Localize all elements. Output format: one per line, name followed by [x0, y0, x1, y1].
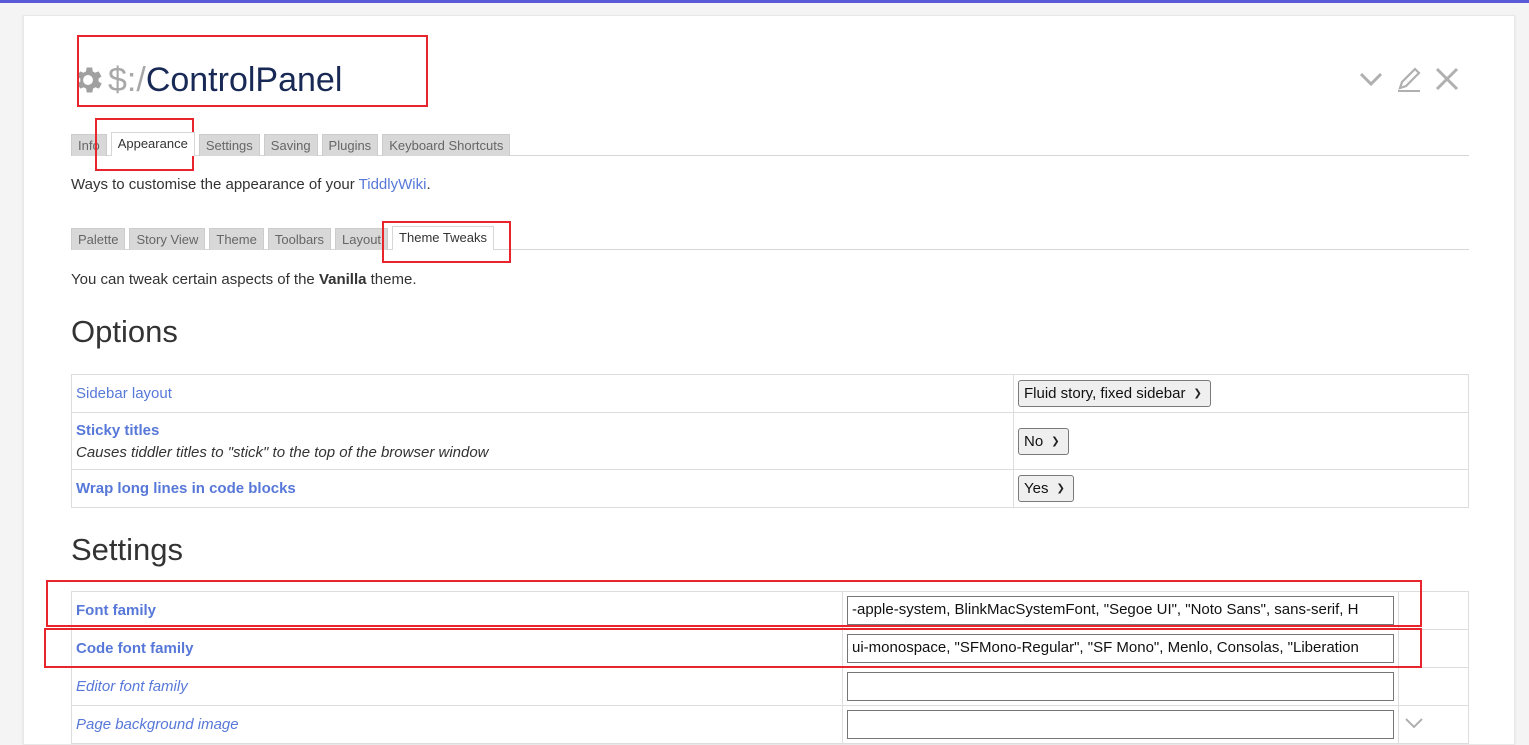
chevron-down-icon: ❯ [1193, 388, 1202, 399]
sidebar-layout-select[interactable]: Fluid story, fixed sidebar ❯ [1018, 380, 1211, 407]
sticky-titles-value: No [1024, 432, 1044, 450]
sticky-titles-description: Causes tiddler titles to "stick" to the … [76, 443, 489, 461]
tab-layout[interactable]: Layout [335, 228, 389, 250]
options-table: Sidebar layout Fluid story, fixed sideba… [71, 374, 1469, 508]
setting-label-cell: Font family [71, 591, 843, 630]
tab-toolbars[interactable]: Toolbars [267, 228, 331, 250]
page-background-image-link[interactable]: Page background image [76, 716, 239, 733]
settings-table: Font family -apple-system, BlinkMacSyste… [71, 591, 1469, 744]
sidebar-layout-link[interactable]: Sidebar layout [76, 385, 172, 402]
appearance-intro-text: Ways to customise the appearance of your [71, 176, 359, 193]
tiddlywiki-link[interactable]: TiddlyWiki [359, 176, 427, 193]
code-font-family-link[interactable]: Code font family [76, 640, 194, 657]
option-value-cell: Fluid story, fixed sidebar ❯ [1013, 374, 1469, 413]
option-label-cell: Sticky titles Causes tiddler titles to "… [71, 412, 1014, 470]
browser-top-strip [0, 0, 1529, 3]
title-prefix: $:/ [108, 60, 146, 99]
editor-font-family-link[interactable]: Editor font family [76, 678, 188, 695]
options-heading: Options [71, 314, 178, 349]
sticky-titles-select[interactable]: No ❯ [1018, 427, 1069, 455]
wrap-lines-value: Yes [1024, 480, 1049, 497]
wrap-lines-select[interactable]: Yes ❯ [1018, 475, 1074, 502]
chevron-down-icon: ❯ [1051, 435, 1060, 447]
table-row: Sticky titles Causes tiddler titles to "… [71, 412, 1469, 470]
font-family-input[interactable]: -apple-system, BlinkMacSystemFont, "Sego… [847, 596, 1394, 625]
tab-settings[interactable]: Settings [198, 134, 260, 156]
tab-appearance[interactable]: Appearance [110, 132, 195, 156]
tweaks-intro-text: You can tweak certain aspects of the [71, 271, 319, 288]
option-value-cell: Yes ❯ [1013, 469, 1469, 508]
chevron-down-icon[interactable] [1356, 64, 1386, 94]
chevron-down-icon[interactable] [1403, 716, 1425, 730]
page-title: ControlPanel [145, 60, 343, 99]
appearance-intro: Ways to customise the appearance of your… [71, 176, 431, 193]
option-label-cell: Wrap long lines in code blocks [71, 469, 1014, 508]
table-row: Editor font family [71, 667, 1469, 706]
table-row: Page background image [71, 705, 1469, 744]
close-icon[interactable] [1432, 64, 1462, 94]
setting-extra-cell [1398, 629, 1469, 668]
option-label-cell: Sidebar layout [71, 374, 1014, 413]
table-row: Wrap long lines in code blocks Yes ❯ [71, 469, 1469, 508]
appearance-intro-end: . [426, 176, 431, 193]
edit-icon[interactable] [1394, 64, 1424, 94]
settings-heading: Settings [71, 532, 184, 567]
tab-plugins[interactable]: Plugins [321, 134, 379, 156]
gear-icon [77, 67, 102, 93]
table-row: Sidebar layout Fluid story, fixed sideba… [71, 374, 1469, 413]
sub-tab-bar: Palette Story View Theme Toolbars Layout… [71, 226, 1469, 250]
tab-theme-tweaks[interactable]: Theme Tweaks [392, 226, 494, 250]
tweaks-intro: You can tweak certain aspects of the Van… [71, 271, 417, 288]
tab-info[interactable]: Info [71, 134, 107, 156]
tab-palette[interactable]: Palette [71, 228, 126, 250]
font-family-link[interactable]: Font family [76, 602, 156, 619]
control-panel-tiddler: $:/ ControlPanel Info Appearance Setting… [23, 15, 1515, 745]
setting-label-cell: Page background image [71, 705, 843, 744]
chevron-down-icon: ❯ [1056, 483, 1065, 494]
wrap-lines-link[interactable]: Wrap long lines in code blocks [76, 480, 296, 497]
main-tab-bar: Info Appearance Settings Saving Plugins … [71, 132, 1469, 156]
setting-value-cell [842, 667, 1399, 706]
setting-extra-cell [1398, 591, 1469, 630]
tiddler-controls [1356, 64, 1462, 94]
setting-value-cell: ui-monospace, "SFMono-Regular", "SF Mono… [842, 629, 1399, 668]
editor-font-family-input[interactable] [847, 672, 1394, 701]
tiddler-title-row: $:/ ControlPanel [71, 56, 342, 104]
page-background-image-input[interactable] [847, 710, 1394, 739]
tab-theme[interactable]: Theme [209, 228, 264, 250]
table-row: Code font family ui-monospace, "SFMono-R… [71, 629, 1469, 668]
tab-saving[interactable]: Saving [263, 134, 318, 156]
setting-label-cell: Code font family [71, 629, 843, 668]
option-value-cell: No ❯ [1013, 412, 1469, 470]
setting-extra-cell [1398, 667, 1469, 706]
setting-label-cell: Editor font family [71, 667, 843, 706]
sticky-titles-link[interactable]: Sticky titles [76, 422, 159, 439]
setting-value-cell [842, 705, 1399, 744]
tab-story-view[interactable]: Story View [129, 228, 206, 250]
theme-name: Vanilla [318, 271, 367, 288]
table-row: Font family -apple-system, BlinkMacSyste… [71, 591, 1469, 630]
code-font-family-input[interactable]: ui-monospace, "SFMono-Regular", "SF Mono… [847, 634, 1394, 663]
sidebar-layout-value: Fluid story, fixed sidebar [1024, 385, 1186, 402]
tweaks-intro-end: theme. [366, 271, 417, 288]
tab-keyboard-shortcuts[interactable]: Keyboard Shortcuts [382, 134, 511, 156]
setting-extra-cell [1398, 705, 1469, 744]
setting-value-cell: -apple-system, BlinkMacSystemFont, "Sego… [842, 591, 1399, 630]
